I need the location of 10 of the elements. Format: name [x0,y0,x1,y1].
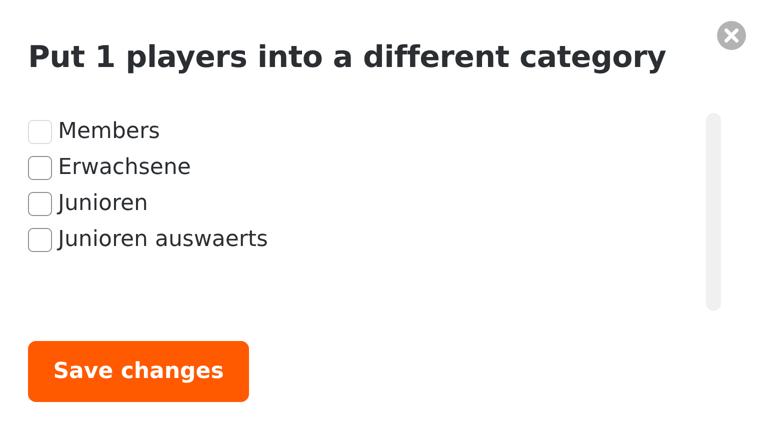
dialog-title: Put 1 players into a different category [28,39,666,77]
checkbox[interactable] [28,228,52,252]
save-button[interactable]: Save changes [28,341,249,402]
checkbox[interactable] [28,156,52,180]
checkbox[interactable] [28,192,52,216]
checkbox-label: Junioren auswaerts [58,226,268,254]
checkbox-label: Junioren [58,190,148,218]
checkbox-label: Members [58,118,160,146]
checkbox-label: Erwachsene [58,154,191,182]
close-icon[interactable] [716,20,747,51]
